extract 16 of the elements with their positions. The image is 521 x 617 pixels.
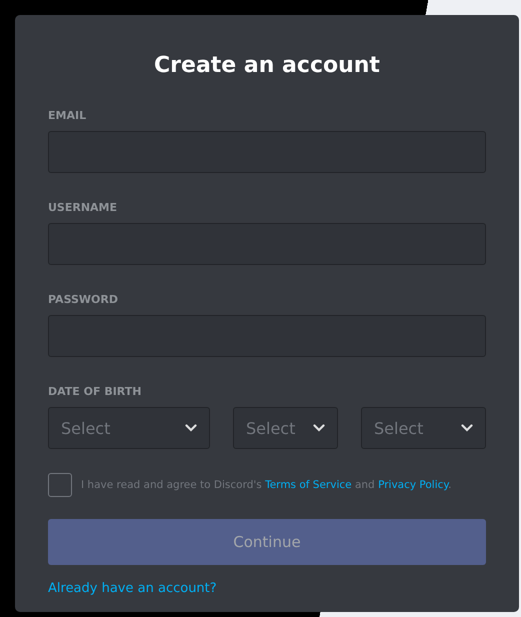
field-label: DATE OF BIRTH <box>48 385 142 399</box>
chevron-down-icon <box>313 424 325 432</box>
dropdown-select[interactable]: Select <box>48 407 210 449</box>
terms-link[interactable]: Terms of Service <box>265 479 352 491</box>
agreement-text: I have read and agree to Discord's Terms of Service and Privacy Policy. <box>81 479 452 491</box>
field-label: PASSWORD <box>48 293 120 307</box>
privacy-link[interactable]: Privacy Policy <box>378 479 448 491</box>
field-label: EMAIL <box>48 109 88 123</box>
dropdown-select[interactable]: Select <box>233 407 338 449</box>
dialog-title: Create an account <box>153 52 381 80</box>
field-label: USERNAME <box>48 201 118 215</box>
chevron-down-icon <box>461 424 473 432</box>
agreement-checkbox[interactable] <box>48 473 72 497</box>
dropdown-select[interactable]: Select <box>361 407 486 449</box>
login-link[interactable]: Already have an account? <box>48 581 217 596</box>
chevron-down-icon <box>185 424 197 432</box>
